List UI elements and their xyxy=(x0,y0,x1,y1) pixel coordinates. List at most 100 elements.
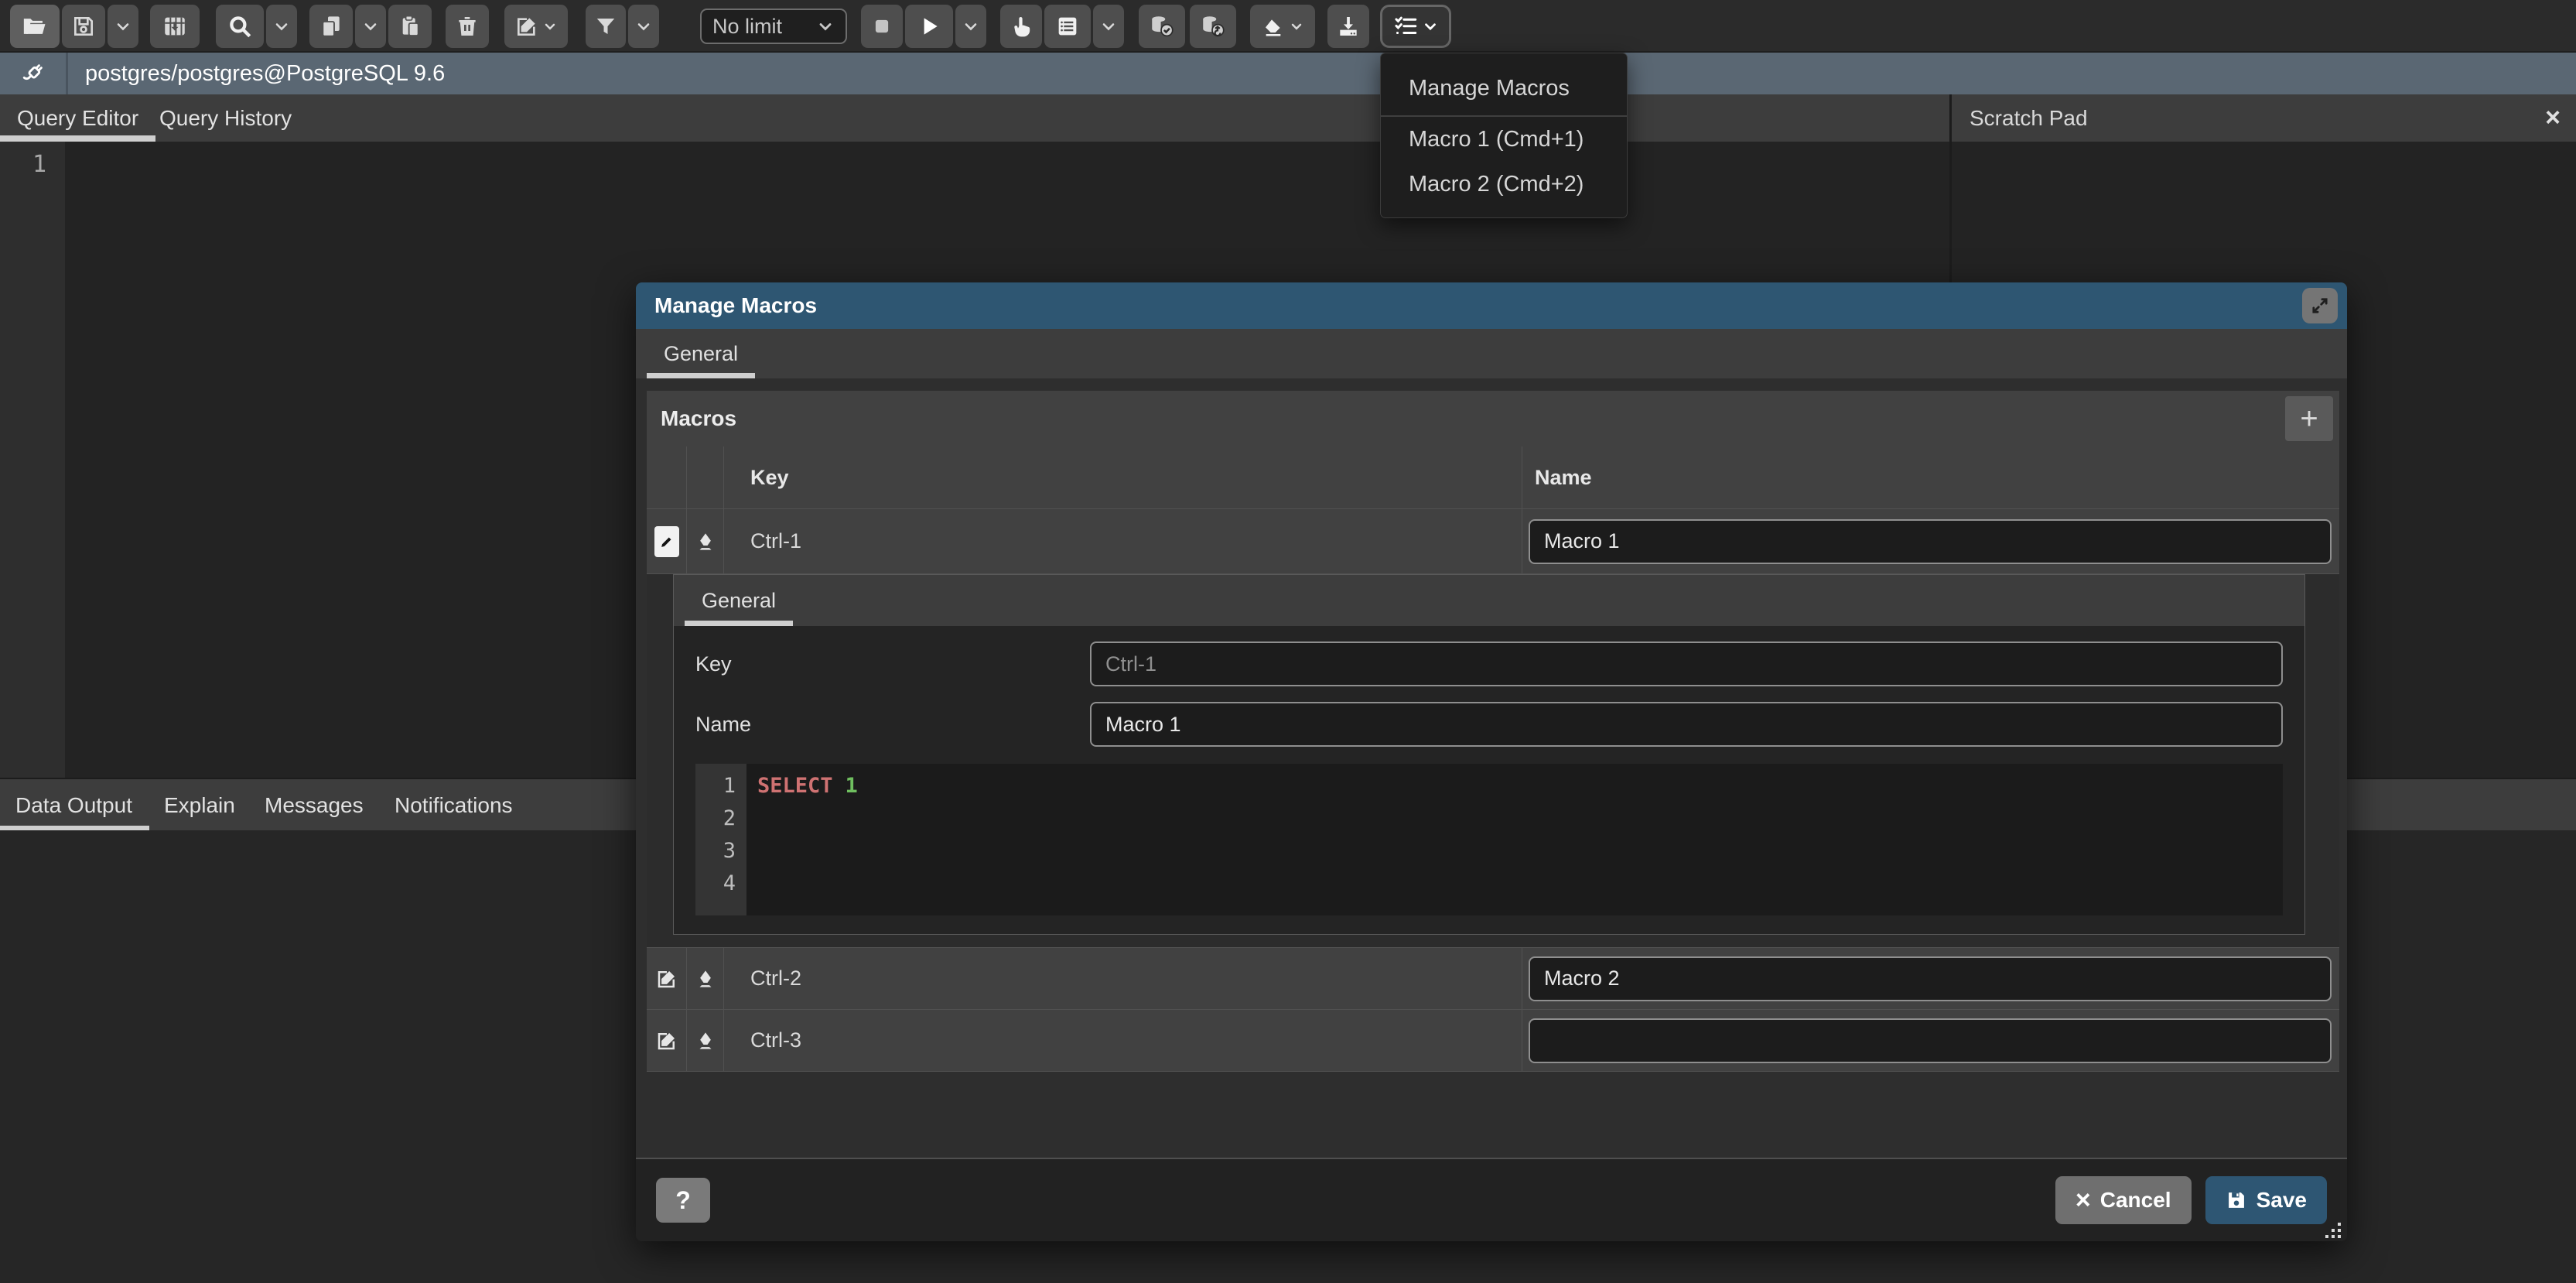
dialog-title: Manage Macros xyxy=(654,293,2302,318)
clear-macro-icon[interactable] xyxy=(694,530,717,553)
tab-messages[interactable]: Messages xyxy=(265,779,364,832)
key-field-input[interactable] xyxy=(1090,642,2283,686)
filter-options-button[interactable] xyxy=(628,5,659,48)
menu-item-macro-1[interactable]: Macro 1 (Cmd+1) xyxy=(1381,117,1627,162)
macro-menu-button[interactable] xyxy=(1380,5,1451,48)
tab-messages-label: Messages xyxy=(265,793,364,818)
commit-button[interactable] xyxy=(1139,5,1185,48)
header-edit-column xyxy=(647,446,687,508)
download-icon xyxy=(1336,14,1361,39)
macro-expanded-row: General Key Name xyxy=(647,573,2339,947)
header-key-column: Key xyxy=(724,446,1522,508)
explain-options-button[interactable] xyxy=(1093,5,1124,48)
stop-icon xyxy=(870,15,893,38)
funnel-icon xyxy=(594,15,617,38)
resize-grip[interactable] xyxy=(2324,1221,2342,1240)
clear-macro-icon[interactable] xyxy=(694,1029,717,1052)
scratch-pad-title: Scratch Pad xyxy=(1970,94,2088,142)
eraser-icon xyxy=(1261,14,1286,39)
open-file-button[interactable] xyxy=(10,5,60,48)
explain-analyze-button[interactable] xyxy=(1044,5,1091,48)
rollback-button[interactable] xyxy=(1190,5,1236,48)
add-macro-button[interactable]: + xyxy=(2285,396,2333,441)
find-button[interactable] xyxy=(216,5,264,48)
tab-query-history[interactable]: Query History xyxy=(159,94,292,142)
save-button[interactable]: Save xyxy=(2205,1176,2327,1224)
expand-row-button[interactable] xyxy=(655,967,678,990)
clear-group xyxy=(1250,5,1315,48)
collapse-row-button[interactable] xyxy=(654,526,679,557)
checklist-icon xyxy=(1392,13,1419,39)
database-commit-icon xyxy=(1149,13,1175,39)
scratch-pad-close-icon[interactable]: × xyxy=(2537,102,2568,133)
filter-group xyxy=(586,5,659,48)
row-limit-select[interactable]: No limit xyxy=(700,9,847,44)
tab-query-editor[interactable]: Query Editor xyxy=(17,94,138,142)
expand-icon xyxy=(2309,295,2331,316)
macro-group xyxy=(1380,5,1451,48)
execute-options-button[interactable] xyxy=(955,5,986,48)
stop-query-button[interactable] xyxy=(861,5,903,48)
expand-row-button[interactable] xyxy=(655,1029,678,1052)
macro-name-input-1[interactable] xyxy=(1529,519,2332,564)
execute-button[interactable] xyxy=(905,5,953,48)
dialog-expand-button[interactable] xyxy=(2302,288,2338,323)
grid-group xyxy=(150,5,200,48)
edit-menu-button[interactable] xyxy=(504,5,568,48)
editor-tabstrip: Query Editor Query History Scratch Pad × xyxy=(0,94,2576,142)
macro-edit-panel: General Key Name xyxy=(673,574,2305,935)
save-options-button[interactable] xyxy=(108,5,138,48)
dialog-titlebar[interactable]: Manage Macros xyxy=(636,282,2347,329)
save-file-button[interactable] xyxy=(62,5,105,48)
paste-button[interactable] xyxy=(388,5,432,48)
delete-button[interactable] xyxy=(446,5,489,48)
copy-icon xyxy=(319,14,343,39)
macro-sql-editor[interactable]: 1 2 3 4 SELECT1 xyxy=(695,764,2283,915)
clear-button[interactable] xyxy=(1250,5,1315,48)
query-toolbar: No limit xyxy=(0,0,2576,53)
menu-item-macro-2[interactable]: Macro 2 (Cmd+2) xyxy=(1381,162,1627,207)
row-limit-value: No limit xyxy=(712,15,782,39)
tab-notifications[interactable]: Notifications xyxy=(395,779,513,832)
name-field-input[interactable] xyxy=(1090,702,2283,747)
tab-data-output[interactable]: Data Output xyxy=(15,779,132,832)
macros-panel-header: Macros + xyxy=(647,391,2339,446)
explain-button[interactable] xyxy=(1000,5,1042,48)
dialog-tab-general-label: General xyxy=(664,342,738,366)
macro-edit-tab-general[interactable]: General xyxy=(685,575,793,626)
connection-status[interactable] xyxy=(0,53,68,94)
file-group xyxy=(10,5,138,48)
sql-code-area[interactable]: SELECT1 xyxy=(746,764,2283,915)
active-tab-underline xyxy=(647,373,755,378)
filter-button[interactable] xyxy=(586,5,626,48)
find-options-button[interactable] xyxy=(266,5,297,48)
dialog-tab-general[interactable]: General xyxy=(647,329,755,378)
clear-macro-icon[interactable] xyxy=(694,967,717,990)
macro-row-ctrl-2: Ctrl-2 xyxy=(647,947,2339,1009)
name-field-label: Name xyxy=(695,713,1090,737)
macro-key-cell: Ctrl-2 xyxy=(724,948,1522,1009)
macro-key-cell: Ctrl-3 xyxy=(724,1010,1522,1071)
name-field-row: Name xyxy=(695,702,2283,747)
menu-item-manage-macros[interactable]: Manage Macros xyxy=(1381,61,1627,115)
cancel-button-label: Cancel xyxy=(2100,1188,2171,1213)
active-tab-underline xyxy=(685,621,793,626)
copy-button[interactable] xyxy=(309,5,353,48)
tab-explain[interactable]: Explain xyxy=(164,779,235,832)
dialog-footer: ? × Cancel Save xyxy=(636,1158,2347,1241)
download-button[interactable] xyxy=(1327,5,1369,48)
connection-label: postgres/postgres@PostgreSQL 9.6 xyxy=(68,61,445,87)
help-button[interactable]: ? xyxy=(656,1178,710,1223)
data-grid-button[interactable] xyxy=(150,5,200,48)
sql-line-number: 1 xyxy=(695,770,736,802)
tab-notifications-label: Notifications xyxy=(395,793,513,818)
cancel-button[interactable]: × Cancel xyxy=(2055,1176,2192,1224)
data-grid-icon xyxy=(162,13,188,39)
sql-line-number: 2 xyxy=(695,802,736,835)
macros-table-header: Key Name xyxy=(647,446,2339,508)
clipboard-group xyxy=(309,5,432,48)
macro-name-input-3[interactable] xyxy=(1529,1018,2332,1063)
macro-name-input-2[interactable] xyxy=(1529,956,2332,1001)
copy-options-button[interactable] xyxy=(355,5,386,48)
tab-data-output-label: Data Output xyxy=(15,793,132,818)
